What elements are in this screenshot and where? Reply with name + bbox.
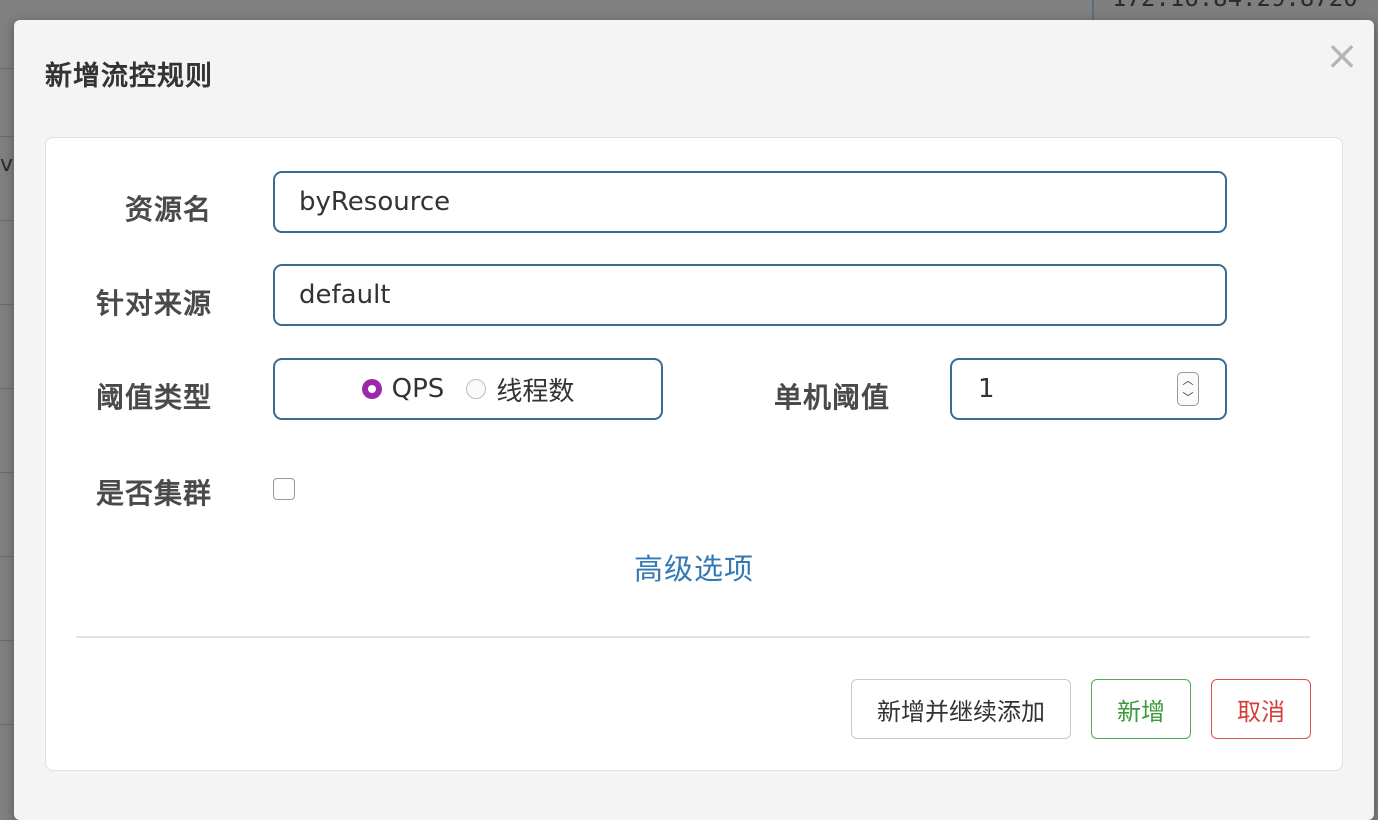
spinner-down-icon[interactable]: ﹀ <box>1183 390 1194 405</box>
radio-option-qps[interactable]: QPS <box>361 374 445 404</box>
add-button[interactable]: 新增 <box>1091 679 1191 739</box>
radio-unchecked-icon <box>466 379 487 399</box>
limit-app-input[interactable] <box>273 264 1227 326</box>
modal-title: 新增流控规则 <box>45 61 213 92</box>
radio-label-qps: QPS <box>391 374 445 404</box>
resource-name-label: 资源名 <box>124 193 212 226</box>
cluster-mode-label: 是否集群 <box>95 477 212 510</box>
cancel-button[interactable]: 取消 <box>1211 679 1311 739</box>
advanced-options-link[interactable]: 高级选项 <box>634 546 754 588</box>
threshold-type-radio-group: QPS 线程数 <box>273 358 663 420</box>
close-icon[interactable]: × <box>1320 34 1364 78</box>
number-spinner[interactable]: ︿ ﹀ <box>1177 372 1199 406</box>
form-panel: 资源名 针对来源 阈值类型 QPS 线程数 单机阈值 1 ︿ ﹀ <box>45 137 1343 771</box>
radio-checked-icon <box>361 379 382 399</box>
spinner-up-icon[interactable]: ︿ <box>1183 373 1194 388</box>
resource-name-input[interactable] <box>273 171 1227 233</box>
single-threshold-label: 单机阈值 <box>773 381 890 414</box>
single-threshold-value: 1 <box>978 374 995 404</box>
radio-option-thread-count[interactable]: 线程数 <box>466 371 574 408</box>
threshold-type-label: 阈值类型 <box>95 381 212 414</box>
background-ip-text: 172.16.84.29:8720 <box>1112 0 1358 12</box>
limit-app-label: 针对来源 <box>95 287 212 320</box>
flow-rule-modal: 新增流控规则 × 资源名 针对来源 阈值类型 QPS 线程数 单机阈值 1 ︿ <box>14 20 1374 820</box>
single-threshold-input[interactable]: 1 ︿ ﹀ <box>950 358 1227 420</box>
radio-label-thread-count: 线程数 <box>496 376 575 407</box>
form-divider <box>76 636 1310 638</box>
add-and-continue-button[interactable]: 新增并继续添加 <box>851 679 1071 739</box>
cluster-mode-checkbox[interactable] <box>273 478 295 500</box>
